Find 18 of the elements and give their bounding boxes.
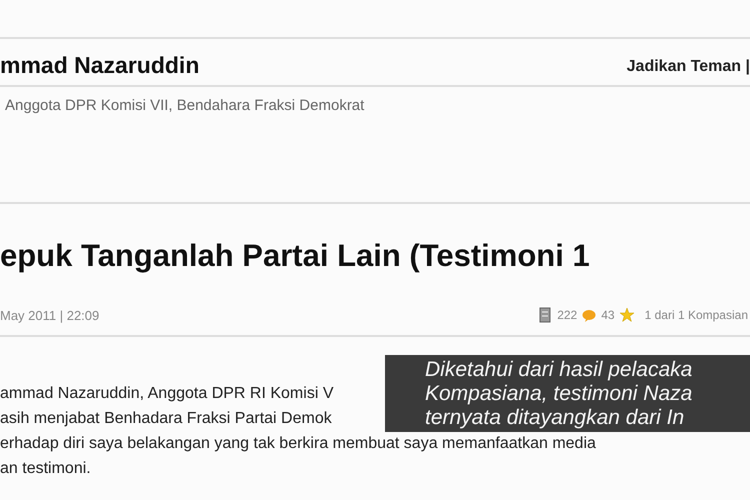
article-date: May 2011 | 22:09 (0, 308, 100, 322)
caption-text: Diketahui dari hasil pelacaka (425, 358, 692, 382)
profile-bio: Anggota DPR Komisi VII, Bendahara Fraksi Demokrat (5, 97, 366, 114)
document-icon (538, 307, 552, 323)
profile-name: mmad Nazaruddin (0, 52, 200, 79)
add-friend-link[interactable]: Jadikan Teman | (626, 58, 750, 79)
body-text: ammad Nazaruddin, Anggota DPR RI Komisi V (0, 384, 334, 404)
speech-bubble-icon (582, 307, 596, 323)
rating-text: 1 dari 1 Kompasian (644, 308, 748, 322)
star-icon (620, 307, 634, 323)
body-text: erhadap diri saya belakangan yang tak berkira membuat saya memanfaatkan media (0, 434, 596, 454)
caption-text: ternyata ditayangkan dari In (425, 406, 684, 430)
caption-text: Kompasiana, testimoni Naza (425, 382, 692, 406)
article-title: epuk Tanganlah Partai Lain (Testimoni 1 (0, 237, 591, 275)
comment-count: 43 (601, 308, 615, 322)
body-text: asih menjabat Benhadara Fraksi Partai Demok (0, 409, 332, 429)
body-text: an testimoni. (0, 459, 91, 479)
read-count: 222 (557, 308, 578, 322)
